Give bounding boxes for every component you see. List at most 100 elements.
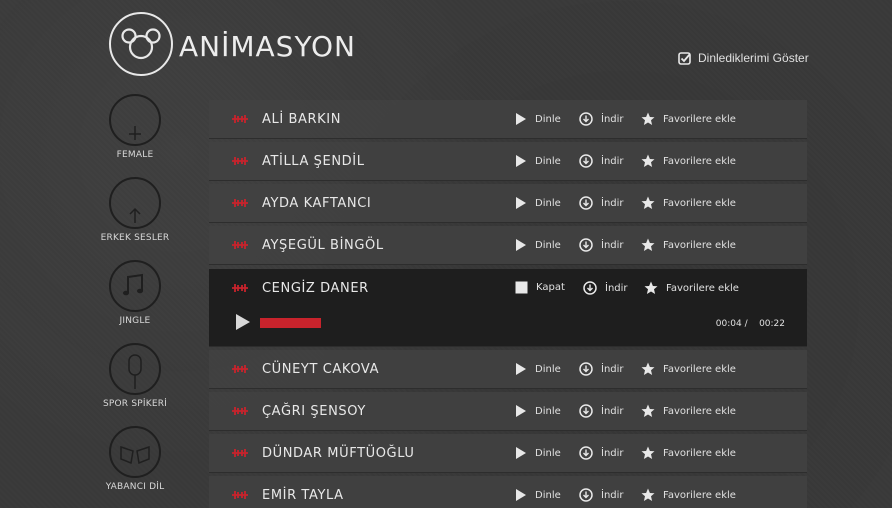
star-icon <box>641 238 655 251</box>
play-icon <box>516 239 526 251</box>
stop-icon <box>515 281 528 294</box>
close-button[interactable]: Kapat <box>515 281 565 294</box>
artist-row[interactable]: ÇAĞRI ŞENSOY Dinle İndir Favorilere ekle <box>209 392 807 431</box>
star-icon <box>641 488 655 501</box>
download-button[interactable]: İndir <box>579 362 624 376</box>
star-icon <box>641 154 655 167</box>
star-icon <box>641 404 655 417</box>
artist-row[interactable]: CÜNEYT CAKOVA Dinle İndir Favorilere ekl… <box>209 350 807 389</box>
star-icon <box>641 196 655 209</box>
listen-button[interactable]: Dinle <box>515 488 561 502</box>
artist-row[interactable]: EMİR TAYLA Dinle İndir Favorilere ekle <box>209 476 807 508</box>
category-yabanci-dil[interactable]: YABANCI DİL <box>96 426 174 492</box>
favorite-button[interactable]: Favorilere ekle <box>641 154 736 168</box>
category-label: YABANCI DİL <box>105 482 165 492</box>
listen-button[interactable]: Dinle <box>515 196 561 210</box>
current-time: 00:04 <box>715 319 742 329</box>
category-spor-spikeri[interactable]: SPOR SPİKERİ <box>96 343 174 409</box>
show-listened-toggle[interactable]: Dinlediklerimi Göster <box>678 51 809 65</box>
artist-name: DÜNDAR MÜFTÜOĞLU <box>262 446 415 461</box>
download-icon <box>579 238 593 252</box>
download-button[interactable]: İndir <box>579 112 624 126</box>
wave-icon <box>232 491 248 499</box>
category-label: ERKEK SESLER <box>100 233 170 243</box>
wave-icon <box>232 199 248 207</box>
player-time: 00:04 / 00:22 <box>716 319 785 329</box>
play-icon <box>516 363 526 375</box>
artist-name: CENGİZ DANER <box>262 281 369 296</box>
download-icon <box>579 488 593 502</box>
download-button[interactable]: İndir <box>583 281 628 295</box>
show-listened-label: Dinlediklerimi Göster <box>698 51 809 65</box>
favorite-button[interactable]: Favorilere ekle <box>641 362 736 376</box>
wave-icon <box>232 284 248 292</box>
artist-name: ÇAĞRI ŞENSOY <box>262 404 366 419</box>
favorite-button[interactable]: Favorilere ekle <box>641 112 736 126</box>
artist-row[interactable]: AYŞEGÜL BİNGÖL Dinle İndir Favorilere ek… <box>209 226 807 265</box>
star-icon <box>641 446 655 459</box>
wave-icon <box>232 407 248 415</box>
wave-icon <box>232 365 248 373</box>
progress-bar[interactable] <box>260 318 321 328</box>
artist-name: ATİLLA ŞENDİL <box>262 154 365 169</box>
category-label: FEMALE <box>116 150 154 160</box>
listen-button[interactable]: Dinle <box>515 112 561 126</box>
artist-name: AYŞEGÜL BİNGÖL <box>262 238 384 253</box>
favorite-button[interactable]: Favorilere ekle <box>641 446 736 460</box>
category-jingle[interactable]: JINGLE <box>96 260 174 326</box>
favorite-button[interactable]: Favorilere ekle <box>641 196 736 210</box>
star-icon <box>641 362 655 375</box>
artist-row[interactable]: ALİ BARKIN Dinle İndir Favorilere ekle <box>209 100 807 139</box>
category-female[interactable]: FEMALE <box>96 94 174 160</box>
favorite-button[interactable]: Favorilere ekle <box>641 488 736 502</box>
artist-row[interactable]: DÜNDAR MÜFTÜOĞLU Dinle İndir Favorilere … <box>209 434 807 473</box>
play-icon <box>516 405 526 417</box>
venus-icon <box>129 126 141 140</box>
category-label: JINGLE <box>119 316 151 326</box>
play-icon <box>516 197 526 209</box>
favorite-button[interactable]: Favorilere ekle <box>644 281 739 295</box>
artist-row[interactable]: ATİLLA ŞENDİL Dinle İndir Favorilere ekl… <box>209 142 807 181</box>
download-button[interactable]: İndir <box>579 196 624 210</box>
wave-icon <box>232 157 248 165</box>
download-button[interactable]: İndir <box>579 446 624 460</box>
category-label: SPOR SPİKERİ <box>102 399 168 409</box>
listen-button[interactable]: Dinle <box>515 362 561 376</box>
play-icon <box>516 113 526 125</box>
listen-button[interactable]: Dinle <box>515 446 561 460</box>
logo[interactable] <box>109 12 173 76</box>
artist-row[interactable]: AYDA KAFTANCI Dinle İndir Favorilere ekl… <box>209 184 807 223</box>
download-button[interactable]: İndir <box>579 404 624 418</box>
artist-name: EMİR TAYLA <box>262 488 344 503</box>
player-play-icon[interactable] <box>235 313 251 331</box>
download-icon <box>579 112 593 126</box>
download-button[interactable]: İndir <box>579 488 624 502</box>
favorite-button[interactable]: Favorilere ekle <box>641 404 736 418</box>
download-button[interactable]: İndir <box>579 238 624 252</box>
download-icon <box>583 281 597 295</box>
artist-row-expanded[interactable]: CENGİZ DANER Kapat İndir Favorilere ekle… <box>209 269 807 347</box>
checkbox-checked-icon[interactable] <box>678 51 691 65</box>
mars-icon <box>129 207 141 223</box>
download-icon <box>579 362 593 376</box>
download-icon <box>579 404 593 418</box>
mouse-ears-icon <box>121 28 161 60</box>
play-icon <box>516 489 526 501</box>
star-icon <box>641 112 655 125</box>
wave-icon <box>232 115 248 123</box>
download-button[interactable]: İndir <box>579 154 624 168</box>
listen-button[interactable]: Dinle <box>515 154 561 168</box>
category-erkek-sesler[interactable]: ERKEK SESLER <box>96 177 174 243</box>
download-icon <box>579 446 593 460</box>
download-icon <box>579 154 593 168</box>
wave-icon <box>232 449 248 457</box>
listen-button[interactable]: Dinle <box>515 238 561 252</box>
play-icon <box>516 155 526 167</box>
music-note-icon <box>123 273 143 296</box>
listen-button[interactable]: Dinle <box>515 404 561 418</box>
time-separator: / <box>744 319 748 329</box>
artist-name: ALİ BARKIN <box>262 112 342 127</box>
favorite-button[interactable]: Favorilere ekle <box>641 238 736 252</box>
total-time: 00:22 <box>759 319 785 329</box>
book-icon <box>120 445 150 465</box>
